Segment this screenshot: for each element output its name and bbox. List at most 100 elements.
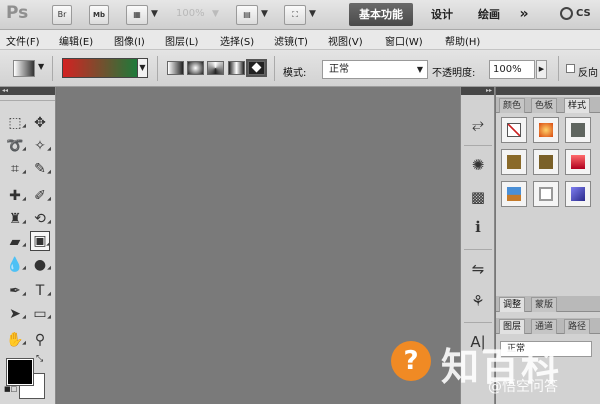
tab-styles[interactable]: 样式: [564, 98, 591, 113]
history-panel-icon[interactable]: ⥂: [468, 114, 488, 134]
chevron-down-icon[interactable]: ▼: [151, 9, 158, 19]
zoom-level[interactable]: 100%: [176, 8, 205, 19]
quick-selection-icon[interactable]: ✧ ◢: [30, 136, 51, 156]
style-gold[interactable]: [501, 149, 527, 175]
opacity-slider-toggle[interactable]: ▶: [536, 60, 547, 79]
menu-edit[interactable]: 编辑(E): [59, 33, 93, 48]
default-colors-icon[interactable]: ■□: [4, 385, 17, 393]
divider: [157, 56, 158, 81]
workspace-painting-button[interactable]: 绘画: [472, 3, 506, 26]
tab-masks[interactable]: 蒙版: [531, 297, 558, 312]
hand-icon[interactable]: ✋ ◢: [5, 330, 26, 350]
tools-panel: ◂◂ ⬚ ◢ ✥ ➰ ◢ ✧ ◢ ⌗ ◢ ✎ ◢ ✚ ◢ ✐ ◢ ♜ ◢ ⟲ ◢ ▰ ◢ ▣ ◢ 💧 ◢…: [0, 87, 56, 404]
brush-presets-icon[interactable]: ⇋: [468, 259, 488, 279]
tool-preset-picker[interactable]: [13, 60, 35, 77]
foreground-color-swatch[interactable]: [6, 358, 34, 386]
reverse-checkbox[interactable]: [566, 64, 575, 73]
cs-live-icon: [560, 6, 573, 20]
menu-view[interactable]: 视图(V): [328, 33, 363, 48]
divider: [464, 145, 492, 146]
opacity-label: 不透明度:: [432, 68, 476, 79]
divider: [558, 56, 559, 81]
view-extras-icon: ▦: [133, 10, 141, 19]
tab-channels[interactable]: 通道: [531, 319, 558, 334]
eraser-icon[interactable]: ▰ ◢: [5, 232, 26, 252]
reverse-label: 反向: [578, 68, 598, 79]
lasso-icon[interactable]: ➰ ◢: [5, 136, 26, 156]
pen-icon[interactable]: ✒ ◢: [5, 281, 26, 301]
swap-colors-icon[interactable]: ⤡: [36, 354, 43, 364]
rectangle-shape-icon[interactable]: ▭ ◢: [30, 304, 51, 324]
rectangular-marquee-icon[interactable]: ⬚ ◢: [5, 113, 26, 133]
tab-layers[interactable]: 图层: [499, 319, 526, 334]
style-red-button[interactable]: [565, 149, 591, 175]
zoom-icon[interactable]: ⚲: [30, 330, 50, 350]
launch-mini-bridge-button[interactable]: Mb: [89, 5, 109, 25]
menu-help[interactable]: 帮助(H): [445, 33, 480, 48]
launch-bridge-button[interactable]: Br: [52, 5, 72, 25]
tab-adjustments[interactable]: 调整: [499, 297, 526, 312]
menu-image[interactable]: 图像(I): [114, 33, 145, 48]
menu-window[interactable]: 窗口(W): [385, 33, 423, 48]
style-none[interactable]: [501, 117, 527, 143]
linear-gradient-button[interactable]: [167, 61, 184, 75]
spot-healing-icon[interactable]: ✚ ◢: [5, 186, 26, 206]
color-panel-tabs: 颜色 色板 样式: [496, 97, 600, 113]
chevron-down-icon: ▼: [416, 65, 423, 74]
style-gray-bevel[interactable]: [565, 117, 591, 143]
style-sky[interactable]: [501, 181, 527, 207]
crop-icon[interactable]: ⌗ ◢: [5, 159, 26, 179]
diamond-gradient-button[interactable]: [246, 59, 267, 77]
gradient-picker-dropdown[interactable]: ▼: [137, 58, 148, 78]
info-panel-icon[interactable]: ℹ: [468, 217, 488, 237]
clone-source-icon[interactable]: ⚘: [468, 291, 488, 311]
blur-icon[interactable]: 💧 ◢: [5, 255, 26, 275]
style-orange-glow[interactable]: [533, 117, 559, 143]
tab-swatches[interactable]: 色板: [531, 98, 558, 113]
reflected-gradient-button[interactable]: [228, 61, 245, 75]
radial-gradient-button[interactable]: [187, 61, 204, 75]
chevron-down-icon[interactable]: ▼: [38, 62, 44, 71]
opacity-input[interactable]: 100%: [489, 60, 535, 79]
type-icon[interactable]: T ◢: [30, 281, 51, 301]
style-bronze[interactable]: [533, 149, 559, 175]
move-tool-icon[interactable]: ✥: [30, 113, 50, 133]
photoshop-logo: Ps: [6, 3, 29, 23]
dodge-icon[interactable]: ● ◢: [30, 255, 51, 275]
arrange-documents-button[interactable]: ▤: [236, 5, 258, 25]
expand-panels-icon[interactable]: ▸▸: [461, 87, 494, 95]
workspace-essentials-button[interactable]: 基本功能: [349, 3, 413, 26]
clone-stamp-icon[interactable]: ♜ ◢: [5, 209, 26, 229]
histogram-panel-icon[interactable]: ▩: [468, 187, 488, 207]
gradient-editor-swatch[interactable]: [62, 58, 138, 78]
chevron-down-icon[interactable]: ▼: [212, 9, 219, 19]
chevron-down-icon[interactable]: ▼: [261, 9, 268, 19]
tab-color[interactable]: 颜色: [499, 98, 526, 113]
workspace-design-button[interactable]: 设计: [424, 3, 460, 26]
divider: [274, 56, 275, 81]
menu-select[interactable]: 选择(S): [220, 33, 254, 48]
brush-icon[interactable]: ✐ ◢: [30, 186, 51, 206]
path-selection-icon[interactable]: ➤ ◢: [5, 304, 26, 324]
menu-filter[interactable]: 滤镜(T): [274, 33, 308, 48]
menu-layer[interactable]: 图层(L): [165, 33, 198, 48]
panel-grip[interactable]: [0, 95, 55, 101]
navigator-panel-icon[interactable]: ✺: [468, 155, 488, 175]
style-white-frame[interactable]: [533, 181, 559, 207]
chevron-down-icon[interactable]: ▼: [309, 9, 316, 19]
menu-file[interactable]: 文件(F): [6, 33, 40, 48]
gradient-tool-icon[interactable]: ▣ ◢: [30, 231, 50, 251]
style-blue-purple[interactable]: [565, 181, 591, 207]
eyedropper-icon[interactable]: ✎ ◢: [30, 159, 51, 179]
blend-mode-select[interactable]: 正常 ▼: [322, 60, 428, 79]
angle-gradient-button[interactable]: [207, 61, 224, 75]
screen-mode-button[interactable]: ⛶: [284, 5, 306, 25]
cs-live-label: CS: [576, 7, 591, 19]
history-brush-icon[interactable]: ⟲ ◢: [30, 209, 51, 229]
tab-paths[interactable]: 路径: [564, 319, 591, 334]
view-extras-button[interactable]: ▦: [126, 5, 148, 25]
collapse-panel-icon[interactable]: ◂◂: [0, 87, 55, 95]
more-workspaces-button[interactable]: »: [514, 3, 534, 26]
cs-live-button[interactable]: CS: [560, 6, 600, 24]
adjustments-panel-tabs: 调整 蒙版: [496, 296, 600, 312]
